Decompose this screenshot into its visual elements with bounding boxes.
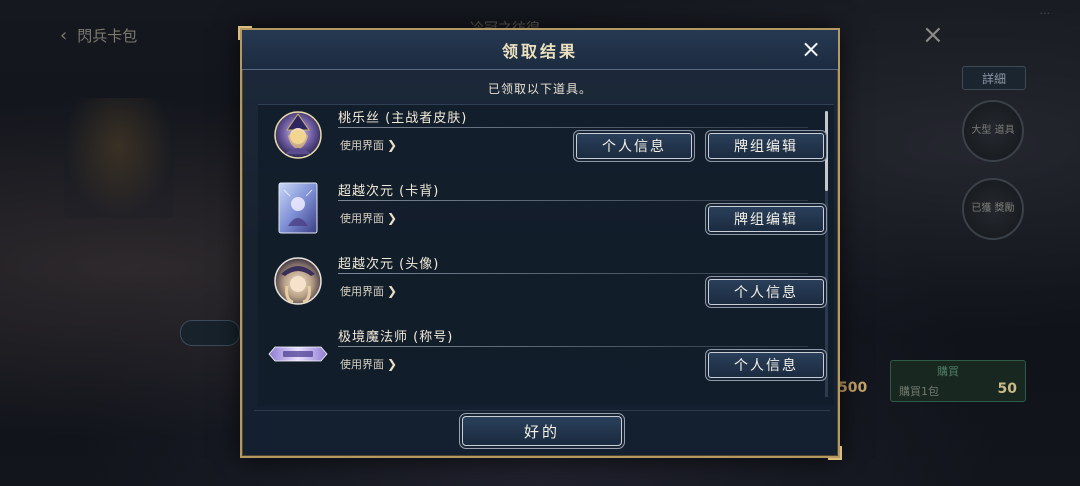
item-name: 桃乐丝 (主战者皮肤) bbox=[338, 111, 468, 126]
chevron-right-icon: ❯ bbox=[387, 357, 398, 371]
item-divider bbox=[338, 200, 808, 201]
background-pack-art bbox=[64, 98, 174, 218]
back-arrow-icon: ‹ bbox=[60, 24, 68, 46]
title-badge-icon bbox=[266, 328, 330, 380]
close-icon[interactable]: × bbox=[798, 36, 824, 62]
use-screen-label: 使用界面 bbox=[340, 212, 384, 225]
buy-box-title: 購買 bbox=[937, 365, 959, 378]
use-screen-link[interactable]: 使用界面 ❯ bbox=[340, 210, 397, 226]
background-back-label: 閃兵卡包 bbox=[77, 26, 138, 45]
profile-button[interactable]: 个人信息 bbox=[576, 133, 692, 159]
profile-button[interactable]: 个人信息 bbox=[708, 352, 824, 378]
background-circle-button: 大型 道具 bbox=[962, 100, 1024, 162]
card-back-icon bbox=[272, 182, 324, 234]
buy-box-label: 購買1包 bbox=[899, 385, 939, 398]
use-screen-link[interactable]: 使用界面 ❯ bbox=[340, 356, 397, 372]
background-buy-box: 購買 購買1包 50 bbox=[890, 360, 1026, 402]
buy-box-value: 50 bbox=[997, 381, 1017, 397]
chevron-right-icon: ❯ bbox=[387, 284, 398, 298]
background-circle-button: 已獲 獎勵 bbox=[962, 178, 1024, 240]
result-modal: 领取结果 × 已领取以下道具。 桃乐丝 (主战者皮肤) 使用界面 ❯ 个人信息 … bbox=[238, 26, 842, 460]
use-screen-label: 使用界面 bbox=[340, 139, 384, 152]
background-header: ‹ 閃兵卡包 bbox=[60, 20, 260, 50]
use-screen-link[interactable]: 使用界面 ❯ bbox=[340, 283, 397, 299]
avatar-witch-icon bbox=[272, 109, 324, 161]
list-item: 超越次元 (头像) 使用界面 ❯ 个人信息 bbox=[258, 251, 824, 321]
item-divider bbox=[338, 127, 808, 128]
list-item: 超越次元 (卡背) 使用界面 ❯ 牌组编辑 bbox=[258, 178, 824, 248]
modal-subtitle: 已领取以下道具。 bbox=[487, 82, 592, 96]
item-name: 极境魔法师 (称号) bbox=[338, 330, 454, 345]
background-detail-tab: 詳細 bbox=[962, 66, 1026, 90]
background-close-icon: × bbox=[922, 20, 944, 50]
background-corner-text: ... bbox=[1039, 4, 1051, 17]
profile-button[interactable]: 个人信息 bbox=[708, 279, 824, 305]
item-divider bbox=[338, 273, 808, 274]
chevron-right-icon: ❯ bbox=[387, 211, 398, 225]
item-name: 超越次元 (头像) bbox=[338, 257, 440, 272]
scrollbar[interactable] bbox=[825, 111, 828, 397]
list-item: 桃乐丝 (主战者皮肤) 使用界面 ❯ 个人信息 牌组编辑 bbox=[258, 105, 824, 175]
chevron-right-icon: ❯ bbox=[387, 138, 398, 152]
deck-edit-button[interactable]: 牌组编辑 bbox=[708, 206, 824, 232]
background-price: 500 bbox=[838, 380, 868, 396]
item-name: 超越次元 (卡背) bbox=[338, 184, 440, 199]
item-list[interactable]: 桃乐丝 (主战者皮肤) 使用界面 ❯ 个人信息 牌组编辑 超越次元 (卡背) 使… bbox=[258, 104, 834, 406]
use-screen-link[interactable]: 使用界面 ❯ bbox=[340, 137, 397, 153]
modal-title: 领取结果 bbox=[501, 41, 578, 61]
deck-edit-button[interactable]: 牌组编辑 bbox=[708, 133, 824, 159]
item-divider bbox=[338, 346, 808, 347]
footer-divider bbox=[254, 410, 830, 411]
avatar-circle-icon bbox=[272, 255, 324, 307]
scrollbar-thumb[interactable] bbox=[825, 111, 828, 191]
list-item: 极境魔法师 (称号) 使用界面 ❯ 个人信息 bbox=[258, 324, 824, 394]
ok-button[interactable]: 好的 bbox=[462, 416, 622, 446]
use-screen-label: 使用界面 bbox=[340, 285, 384, 298]
use-screen-label: 使用界面 bbox=[340, 358, 384, 371]
background-pill bbox=[180, 320, 240, 346]
modal-header: 领取结果 × bbox=[242, 30, 838, 70]
